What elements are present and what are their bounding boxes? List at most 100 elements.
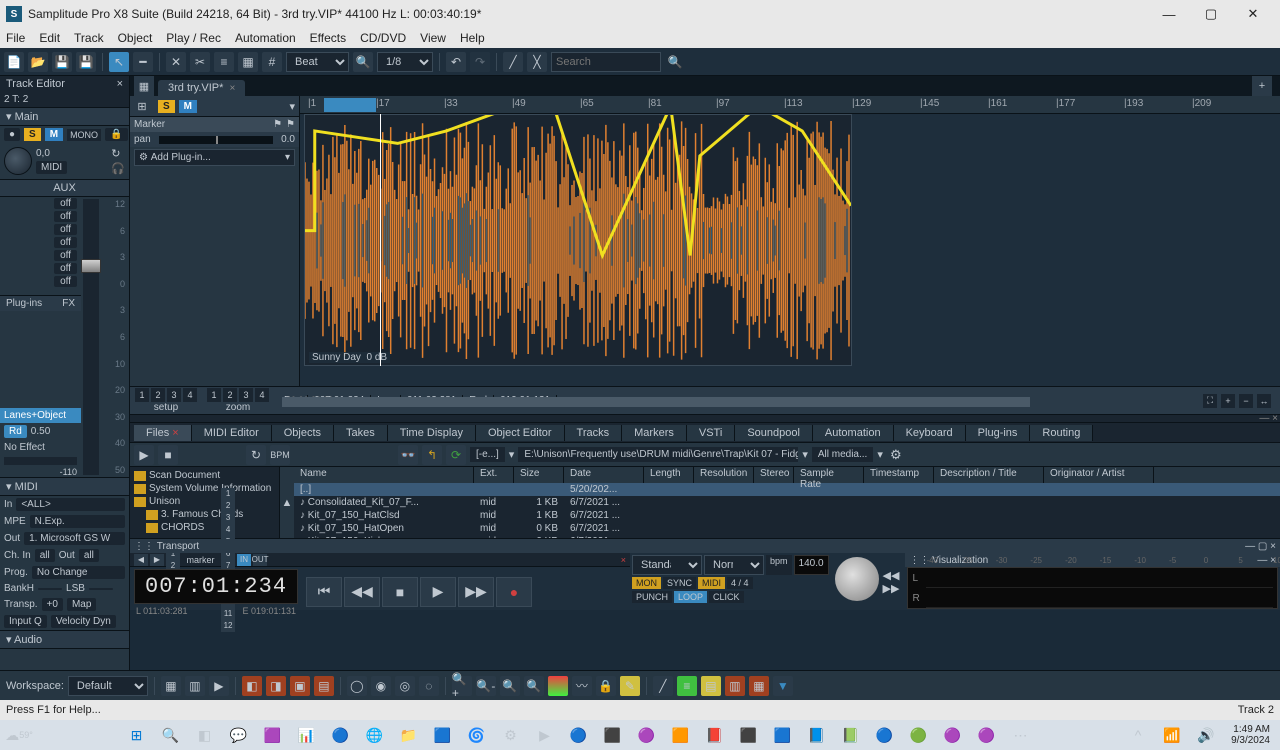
column-header[interactable]: Ext.	[474, 467, 514, 483]
in-marker-button[interactable]: IN	[237, 554, 251, 566]
app-6-icon[interactable]: 📁	[394, 722, 424, 748]
loop-icon[interactable]: ↻	[246, 445, 266, 465]
filter-icon[interactable]: ▼	[773, 676, 793, 696]
phase-icon[interactable]: ↻	[111, 147, 125, 160]
menu-edit[interactable]: Edit	[39, 31, 60, 45]
zoom-in-icon[interactable]: +	[1221, 394, 1235, 408]
rewind-start-button[interactable]: ⏮	[306, 577, 342, 607]
marker-2-button[interactable]: 2	[221, 500, 235, 512]
file-row[interactable]: [..]5/20/202...	[294, 483, 1280, 496]
chevron-down-icon[interactable]: ▾	[509, 448, 515, 461]
jog-wheel[interactable]	[835, 557, 879, 601]
manager-tab-automation[interactable]: Automation	[813, 425, 894, 441]
wifi-icon[interactable]: 📶	[1157, 722, 1187, 748]
bpm-display[interactable]: 140.0	[794, 555, 829, 575]
settings-gear-icon[interactable]: ⚙	[887, 446, 905, 464]
manager-tab-files[interactable]: Files ×	[134, 425, 192, 441]
aux-6-button[interactable]: off	[54, 263, 77, 274]
stop-button[interactable]: ■	[382, 577, 418, 607]
playhead[interactable]	[380, 114, 381, 366]
setup-1-button[interactable]: 1	[135, 388, 149, 402]
velocity-dyn-button[interactable]: Velocity Dyn	[51, 615, 116, 628]
transport-grip-icon[interactable]: ⋮⋮	[134, 541, 154, 552]
manager-tab-timedisplay[interactable]: Time Display	[388, 425, 476, 441]
marker-4-button[interactable]: 4	[221, 524, 235, 536]
loop-button[interactable]: LOOP	[674, 591, 707, 603]
file-row[interactable]: ♪ Consolidated_Kit_07_F...mid1 KB6/7/202…	[294, 496, 1280, 509]
mon-button[interactable]: MON	[632, 577, 661, 589]
snap-mode-select[interactable]: Beat	[286, 52, 349, 72]
punch-button[interactable]: PUNCH	[632, 591, 672, 603]
midi-ch-out[interactable]: all	[79, 549, 99, 562]
app-7-icon[interactable]: 🟦	[428, 722, 458, 748]
track-menu-icon[interactable]: ▾	[289, 100, 295, 113]
file-row[interactable]: ♪ Kit_07_150_HatOpenmid0 KB6/7/2021 ...	[294, 522, 1280, 535]
volume-icon[interactable]: 🔊	[1191, 722, 1221, 748]
open-file-icon[interactable]: 📂	[28, 52, 48, 72]
maximize-button[interactable]: ▢	[1190, 0, 1232, 28]
manager-tab-keyboard[interactable]: Keyboard	[894, 425, 966, 441]
mono-button[interactable]: MONO	[67, 129, 101, 141]
save-as-icon[interactable]: 💾	[76, 52, 96, 72]
manager-tab-objects[interactable]: Objects	[272, 425, 334, 441]
weather-widget[interactable]: ☁59°	[4, 722, 34, 748]
media-filter-select[interactable]: All media...	[812, 447, 873, 462]
line-tool-icon[interactable]: ╱	[653, 676, 673, 696]
add-plugin-slot[interactable]: ⚙ Add Plug-in... ▾	[134, 149, 295, 166]
headphone-icon[interactable]: 🎧	[111, 162, 125, 175]
marker-1-icon[interactable]: ◧	[242, 676, 262, 696]
marker-next-icon[interactable]: ▶	[150, 554, 164, 566]
marker-4-icon[interactable]: ▤	[314, 676, 334, 696]
magnify-icon[interactable]: 🔍	[353, 52, 373, 72]
search-icon[interactable]: 🔍	[665, 52, 685, 72]
marker-close-icon[interactable]: ×	[621, 555, 626, 565]
track-mute-button[interactable]: M	[179, 100, 197, 113]
workspace-select[interactable]: Default	[68, 676, 148, 696]
chevron-down-icon[interactable]: ▾	[877, 448, 883, 461]
menu-help[interactable]: Help	[460, 31, 485, 45]
column-header[interactable]: Size	[514, 467, 564, 483]
manager-tab-vsti[interactable]: VSTi	[687, 425, 735, 441]
panel-collapse-icon[interactable]: — ×	[1259, 413, 1278, 424]
play-preview-icon[interactable]: ▶	[134, 445, 154, 465]
midi-in-select[interactable]: <ALL>	[16, 498, 125, 511]
mpe-select[interactable]: N.Exp.	[30, 515, 125, 528]
midi-badge[interactable]: MIDI	[36, 161, 67, 174]
column-header[interactable]: Resolution	[694, 467, 754, 483]
aux-2-button[interactable]: off	[54, 211, 77, 222]
magnify-fit-icon[interactable]: 🔍	[500, 676, 520, 696]
app-22-icon[interactable]: 🟣	[938, 722, 968, 748]
circle-1-icon[interactable]: ◯	[347, 676, 367, 696]
menu-automation[interactable]: Automation	[235, 31, 296, 45]
document-tab-close-icon[interactable]: ×	[229, 83, 235, 94]
magnify-minus-icon[interactable]: 🔍-	[476, 676, 496, 696]
range-tool-icon[interactable]: ━	[133, 52, 153, 72]
solo-button[interactable]: S	[24, 128, 41, 141]
play-button[interactable]: ▶	[420, 577, 456, 607]
sync-button[interactable]: SYNC	[663, 577, 696, 589]
app-19-icon[interactable]: 📗	[836, 722, 866, 748]
app-15-icon[interactable]: 📕	[700, 722, 730, 748]
app-14-icon[interactable]: 🟧	[666, 722, 696, 748]
column-header[interactable]: Stereo	[754, 467, 794, 483]
app-9-icon[interactable]: ⚙	[496, 722, 526, 748]
manager-tab-tracks[interactable]: Tracks	[565, 425, 623, 441]
app-20-icon[interactable]: 🔵	[870, 722, 900, 748]
column-header[interactable]: Length	[644, 467, 694, 483]
scrub-right-icon[interactable]: ▶▶	[883, 582, 900, 595]
view-3-icon[interactable]: ▶	[209, 676, 229, 696]
aux-4-button[interactable]: off	[54, 237, 77, 248]
tray-chevron-icon[interactable]: ^	[1123, 722, 1153, 748]
timecode-display[interactable]: 007:01:234	[134, 569, 298, 604]
mute-button[interactable]: M	[45, 128, 63, 141]
circle-3-icon[interactable]: ◎	[395, 676, 415, 696]
binoculars-icon[interactable]: 👓	[398, 445, 418, 465]
transpose-value[interactable]: +0	[42, 598, 63, 611]
ruler-selection[interactable]	[324, 98, 376, 112]
brown-tool-icon[interactable]: ▥	[725, 676, 745, 696]
record-arm-button[interactable]: ●	[4, 128, 20, 141]
menu-track[interactable]: Track	[74, 31, 104, 45]
view-1-icon[interactable]: ▦	[161, 676, 181, 696]
main-section-header[interactable]: ▾ Main	[0, 107, 129, 126]
scrub-left-icon[interactable]: ◀◀	[883, 569, 900, 582]
